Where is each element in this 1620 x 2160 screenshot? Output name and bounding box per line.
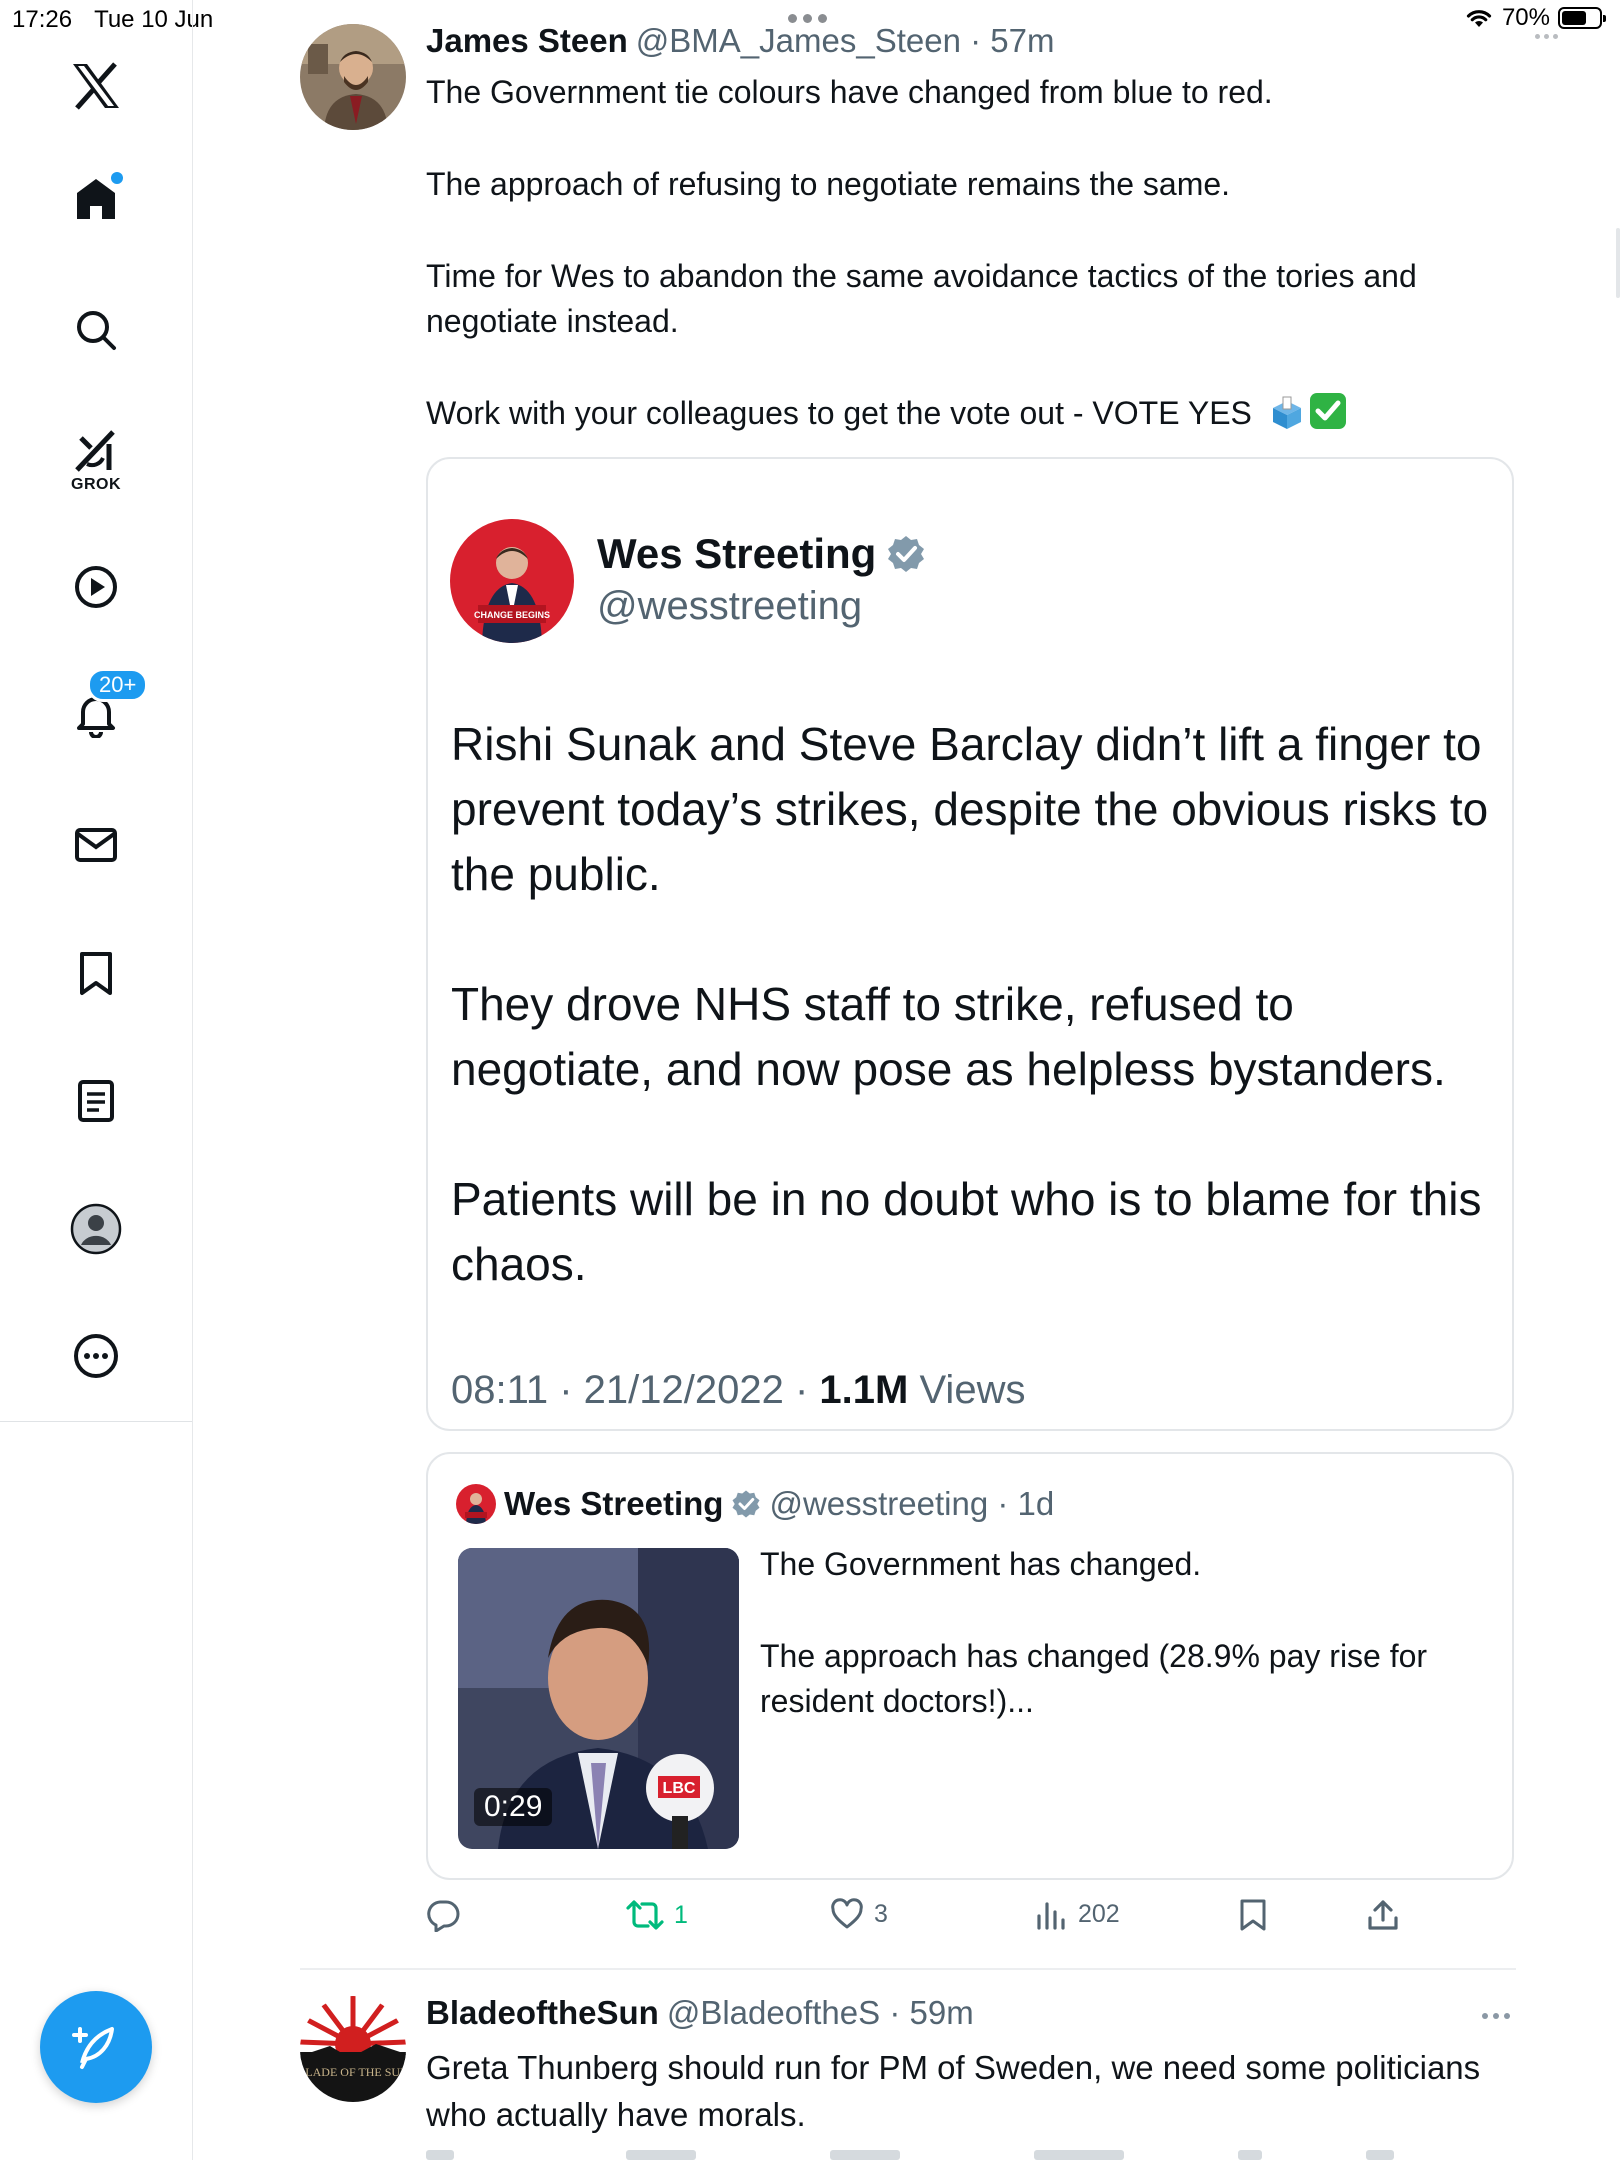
post2-actions-peek [426, 2150, 1426, 2160]
quoted-paragraph: The approach has changed (28.9% pay rise… [760, 1638, 1428, 1719]
bookmark-button[interactable] [1238, 1898, 1268, 1932]
post-paragraph: Time for Wes to abandon the same avoidan… [426, 258, 1417, 339]
nav-notifications[interactable]: 20+ [73, 668, 149, 738]
quoted-paragraph: The Government has changed. [760, 1546, 1202, 1582]
list-icon [78, 1080, 114, 1122]
post-actions: 1 3 202 [426, 1898, 1426, 1942]
card-views-count: 1.1M [819, 1368, 909, 1412]
quoted-post-time: 1d [1017, 1485, 1055, 1522]
like-count: 3 [874, 1899, 888, 1928]
post-body: The Government tie colours have changed … [426, 70, 1506, 442]
nav-explore[interactable] [74, 308, 118, 352]
author-name[interactable]: James Steen [426, 22, 628, 59]
quoted-author-name: Wes Streeting [504, 1485, 724, 1522]
post-paragraph-last: Work with your colleagues to get the vot… [426, 391, 1506, 442]
post2-author-name[interactable]: BladeoftheSun [426, 1994, 659, 2031]
post2-body: Greta Thunberg should run for PM of Swed… [426, 2049, 1481, 2133]
author-handle[interactable]: @BMA_James_Steen [636, 22, 961, 59]
post-paragraph: The approach of refusing to negotiate re… [426, 166, 1231, 202]
check-mark-icon [1309, 392, 1347, 442]
nav-lists[interactable] [73, 1078, 119, 1124]
grok-icon [75, 430, 115, 472]
post2-author-avatar[interactable]: BLADE OF THE SUN [300, 1996, 406, 2102]
card-author: Wes Streeting [597, 530, 926, 578]
quoted-post-header: Wes Streeting @wesstreeting · 1d [456, 1484, 1054, 1524]
ballot-box-icon [1269, 394, 1305, 442]
battery-fill [1562, 11, 1586, 25]
card-paragraph: They drove NHS staff to strike, refused … [451, 978, 1446, 1095]
home-unread-dot [111, 172, 123, 184]
card-paragraph: Rishi Sunak and Steve Barclay didn’t lif… [451, 718, 1489, 900]
post-separator [300, 1968, 1516, 1970]
post-paragraph: Work with your colleagues to get the vot… [426, 395, 1252, 431]
status-bar-right: 70% [1464, 4, 1606, 32]
quoted-author-avatar [456, 1484, 496, 1524]
card-author-handle: @wesstreeting [597, 584, 863, 628]
sidebar-divider [0, 1421, 192, 1422]
nav-home[interactable] [73, 172, 123, 222]
post-time[interactable]: 57m [990, 22, 1054, 59]
grok-label: GROK [71, 476, 121, 493]
home-icon [73, 172, 123, 222]
views-button[interactable]: 202 [1034, 1898, 1120, 1930]
post2-more-button[interactable] [1482, 2013, 1510, 2019]
nav-more[interactable] [72, 1332, 120, 1380]
post2-header: BladeoftheSun @BladeoftheS · 59m [426, 1994, 974, 2031]
share-icon [1368, 1900, 1398, 1930]
scrollbar[interactable] [1616, 228, 1620, 298]
card-paragraph: Patients will be in no doubt who is to b… [451, 1173, 1482, 1290]
nav-profile[interactable] [70, 1203, 122, 1255]
post-header: James Steen @BMA_James_Steen · 57m [426, 22, 1055, 59]
avatar-label: BLADE OF THE SUN [300, 2065, 406, 2079]
post2-time[interactable]: 59m [909, 1994, 973, 2031]
quoted-author-handle: @wesstreeting [769, 1485, 989, 1522]
nav-grok[interactable]: GROK [71, 428, 121, 494]
repost-button[interactable]: 1 [626, 1898, 688, 1932]
profile-icon [70, 1203, 122, 1255]
svg-text:CHANGE BEGINS: CHANGE BEGINS [474, 610, 550, 620]
views-count: 202 [1078, 1899, 1120, 1928]
verified-badge-icon [888, 536, 925, 572]
repost-icon [626, 1900, 664, 1930]
repost-count: 1 [674, 1900, 688, 1929]
quoted-post-body: The Government has changed. The approach… [760, 1542, 1480, 1771]
card-author-avatar: CHANGE BEGINS [450, 519, 574, 643]
like-button[interactable]: 3 [830, 1898, 888, 1930]
analytics-icon [1037, 1902, 1065, 1930]
card-views-label: Views [908, 1368, 1026, 1412]
battery-icon [1558, 7, 1606, 29]
notifications-badge: 20+ [87, 668, 149, 702]
card-author-name: Wes Streeting [597, 530, 877, 577]
nav-videos[interactable] [73, 564, 119, 610]
play-icon [75, 566, 117, 608]
nav-bookmarks[interactable] [73, 950, 119, 996]
video-duration: 0:29 [474, 1788, 553, 1826]
x-logo-icon[interactable] [71, 62, 121, 110]
more-icon [74, 1334, 118, 1378]
heart-icon [831, 1898, 863, 1929]
card-body: Rishi Sunak and Steve Barclay didn’t lif… [451, 712, 1491, 1362]
bookmark-icon [80, 952, 112, 995]
search-icon [77, 311, 116, 350]
bookmark-icon [1240, 1899, 1266, 1931]
reply-button[interactable] [426, 1898, 460, 1932]
share-button[interactable] [1366, 1898, 1400, 1932]
verified-badge-icon [732, 1490, 760, 1518]
post-paragraph: The Government tie colours have changed … [426, 74, 1273, 110]
card-timestamp-text: 08:11 · 21/12/2022 · [451, 1368, 820, 1412]
reply-icon [427, 1900, 460, 1932]
compose-icon [72, 2027, 114, 2069]
post2-author-handle[interactable]: @BladeoftheS [667, 1994, 880, 2031]
author-avatar[interactable] [300, 24, 406, 130]
nav-messages[interactable] [73, 822, 119, 868]
battery-percent: 70% [1501, 4, 1550, 31]
wifi-icon [1466, 10, 1492, 27]
mic-flag-label: LBC [663, 1780, 696, 1797]
card-timestamp: 08:11 · 21/12/2022 · 1.1M Views [451, 1368, 1025, 1413]
compose-button[interactable] [40, 1991, 152, 2103]
mail-icon [75, 828, 117, 862]
window-dots-icon [1535, 34, 1558, 39]
